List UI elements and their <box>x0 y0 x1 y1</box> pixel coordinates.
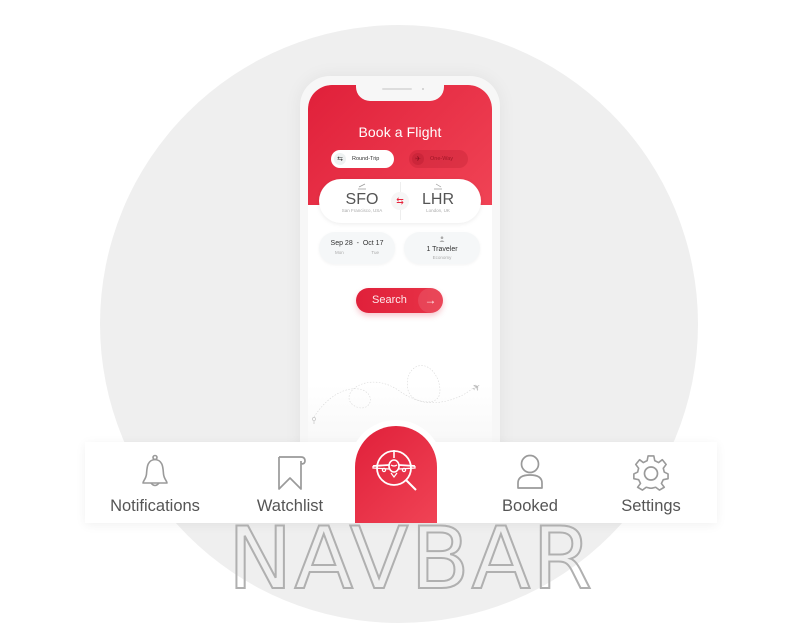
one-way-icon: ✈ <box>412 153 424 165</box>
arrow-right-icon: → <box>418 288 443 313</box>
round-trip-label: Round-Trip <box>352 156 380 162</box>
traveler-count: 1 Traveler <box>426 246 458 253</box>
nav-item-settings[interactable]: Settings <box>585 442 717 523</box>
takeoff-icon <box>327 183 397 191</box>
destination-airport[interactable]: LHR London, UK <box>403 183 473 213</box>
location-pin-icon <box>312 417 316 424</box>
one-way-toggle[interactable]: ✈ One-Way <box>409 150 468 168</box>
round-trip-icon: ⇆ <box>334 153 346 165</box>
cabin-class: Economy <box>432 255 452 260</box>
date-separator: - <box>356 240 359 247</box>
nav-label-notifications: Notifications <box>110 497 200 515</box>
page-title: Book a Flight <box>358 124 442 140</box>
speaker-grille <box>382 88 412 90</box>
bell-icon <box>142 454 168 487</box>
search-label: Search <box>372 294 407 306</box>
one-way-label: One-Way <box>430 156 454 162</box>
depart-day: Mon <box>335 250 344 255</box>
nav-item-notifications[interactable]: Notifications <box>85 442 225 523</box>
round-trip-toggle[interactable]: ⇆ Round-Trip <box>331 150 394 168</box>
depart-date: Sep 28 <box>330 240 353 247</box>
destination-code: LHR <box>421 191 454 208</box>
origin-city: San Francisco, USA <box>341 208 383 213</box>
user-icon <box>517 454 543 489</box>
return-date: Oct 17 <box>362 240 384 247</box>
day-names: Mon Tue <box>319 250 395 255</box>
plane-search-icon <box>372 450 417 491</box>
front-camera <box>422 88 424 90</box>
traveler-picker[interactable]: 1 Traveler Economy <box>404 232 480 264</box>
landing-icon <box>403 183 473 191</box>
search-button[interactable]: Search → <box>356 288 443 313</box>
nav-label-settings: Settings <box>621 497 681 515</box>
return-day: Tue <box>371 250 379 255</box>
airplane-icon: ✈ <box>470 381 483 395</box>
phone-notch <box>356 85 444 101</box>
gear-icon <box>633 455 669 491</box>
person-icon <box>404 236 480 244</box>
nav-item-search-flights[interactable] <box>349 420 443 523</box>
route-card: SFO San Francisco, USA ⇆ LHR London, UK <box>319 179 481 223</box>
destination-city: London, UK <box>426 208 450 213</box>
bookmark-icon <box>278 456 306 490</box>
navbar-caption: NAVBAR <box>227 515 593 603</box>
origin-airport[interactable]: SFO San Francisco, USA <box>327 183 397 213</box>
date-picker[interactable]: Sep 28 - Oct 17 Mon Tue <box>319 232 395 264</box>
origin-code: SFO <box>345 191 379 208</box>
caption-text: NAVBAR <box>227 509 595 609</box>
date-range: Sep 28 - Oct 17 <box>319 240 395 247</box>
